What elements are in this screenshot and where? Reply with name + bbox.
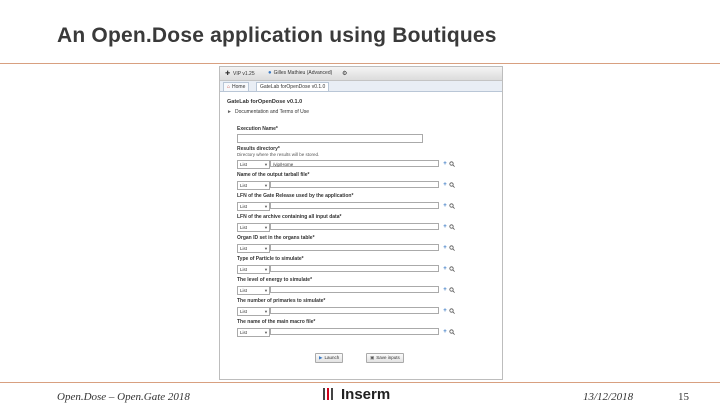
field-label-particle-type: Type of Particle to simulate* — [237, 256, 304, 262]
expand-icon: ► — [227, 109, 232, 115]
vip-version: VIP v1.25 — [233, 70, 255, 77]
search-icon[interactable] — [449, 203, 455, 209]
chevron-down-icon: ▼ — [264, 162, 268, 167]
field-input-organ-id[interactable] — [270, 244, 439, 251]
add-icon[interactable]: + — [442, 266, 448, 272]
chevron-down-icon: ▼ — [264, 183, 268, 188]
launch-icon: ▶ — [319, 355, 323, 360]
search-icon[interactable] — [449, 245, 455, 251]
footer-divider — [0, 382, 720, 383]
field-select-macro-file[interactable]: List ▼ — [237, 328, 270, 337]
chevron-down-icon: ▼ — [264, 246, 268, 251]
tab-home[interactable]: ⌂ Home — [223, 82, 250, 91]
field-select-particle-type[interactable]: List ▼ — [237, 265, 270, 274]
add-icon[interactable]: + — [442, 203, 448, 209]
add-icon[interactable]: + — [442, 182, 448, 188]
execution-name-input[interactable] — [237, 134, 423, 143]
launch-button[interactable]: ▶ Launch — [315, 353, 344, 363]
results-dir-help: Directory where the results will be stor… — [237, 152, 320, 157]
search-icon[interactable] — [449, 224, 455, 230]
inserm-logo-mark — [323, 386, 337, 402]
user-menu-button[interactable]: ● Gilles Mathieu (Advanced) — [268, 70, 332, 76]
slide-title: An Open.Dose application using Boutiques — [57, 24, 497, 47]
field-select-gate-release[interactable]: List ▼ — [237, 202, 270, 211]
chevron-down-icon: ▼ — [264, 267, 268, 272]
field-select-output-tarball[interactable]: List ▼ — [237, 181, 270, 190]
field-input-particle-type[interactable] — [270, 265, 439, 272]
footer-event: Open.Dose – Open.Gate 2018 — [57, 391, 190, 403]
page-number: 15 — [678, 391, 689, 403]
search-icon[interactable] — [449, 308, 455, 314]
tab-bar: ⌂ Home GateLab forOpenDose v0.1.0 — [220, 81, 502, 92]
title-divider — [0, 63, 720, 64]
execution-name-label: Execution Name* — [237, 126, 278, 132]
field-input-input-archive[interactable] — [270, 223, 439, 230]
field-label-gate-release: LFN of the Gate Release used by the appl… — [237, 193, 354, 199]
launch-form: GateLab forOpenDose v0.1.0 ► Documentati… — [220, 92, 502, 379]
field-label-output-tarball: Name of the output tarball file* — [237, 172, 310, 178]
search-icon[interactable] — [449, 161, 455, 167]
field-input-gate-release[interactable] — [270, 202, 439, 209]
user-name: Gilles Mathieu (Advanced) — [273, 70, 333, 76]
add-icon[interactable]: + — [442, 224, 448, 230]
results-dir-select[interactable]: List ▼ — [237, 160, 270, 169]
field-label-organ-id: Organ ID set in the organs table* — [237, 235, 315, 241]
add-icon[interactable]: + — [442, 287, 448, 293]
field-select-primaries[interactable]: List ▼ — [237, 307, 270, 316]
user-icon: ● — [268, 70, 272, 76]
field-label-primaries: The number of primaries to simulate* — [237, 298, 326, 304]
field-select-energy-level[interactable]: List ▼ — [237, 286, 270, 295]
search-icon[interactable] — [449, 266, 455, 272]
results-dir-input[interactable]: /vip/Home — [270, 160, 439, 167]
field-input-output-tarball[interactable] — [270, 181, 439, 188]
field-select-organ-id[interactable]: List ▼ — [237, 244, 270, 253]
tools-icon: ✚ — [225, 71, 231, 77]
vip-menu-button[interactable]: ✚ VIP v1.25 — [225, 70, 255, 78]
chevron-down-icon: ▼ — [264, 330, 268, 335]
home-icon: ⌂ — [227, 84, 231, 90]
chevron-down-icon: ▼ — [264, 225, 268, 230]
search-icon[interactable] — [449, 182, 455, 188]
save-inputs-button[interactable]: ▣ Save inputs — [366, 353, 404, 363]
field-label-energy-level: The level of energy to simulate* — [237, 277, 313, 283]
add-icon[interactable]: + — [442, 308, 448, 314]
application-heading: GateLab forOpenDose v0.1.0 — [227, 99, 303, 105]
add-icon[interactable]: + — [442, 161, 448, 167]
search-icon[interactable] — [449, 329, 455, 335]
footer-date: 13/12/2018 — [583, 391, 634, 403]
chevron-down-icon: ▼ — [264, 309, 268, 314]
documentation-link[interactable]: ► Documentation and Terms of Use — [227, 109, 309, 115]
inserm-logo: Inserm — [323, 384, 390, 404]
vip-screenshot: ✚ VIP v1.25 ● Gilles Mathieu (Advanced) … — [219, 66, 503, 380]
field-label-input-archive: LFN of the archive containing all input … — [237, 214, 342, 220]
field-input-macro-file[interactable] — [270, 328, 439, 335]
chevron-down-icon: ▼ — [264, 288, 268, 293]
vip-topbar: ✚ VIP v1.25 ● Gilles Mathieu (Advanced) … — [220, 67, 502, 81]
field-input-primaries[interactable] — [270, 307, 439, 314]
gear-icon[interactable]: ⚙ — [342, 70, 347, 77]
save-icon: ▣ — [370, 355, 375, 360]
tab-gatelab[interactable]: GateLab forOpenDose v0.1.0 — [256, 82, 330, 91]
field-select-input-archive[interactable]: List ▼ — [237, 223, 270, 232]
search-icon[interactable] — [449, 287, 455, 293]
chevron-down-icon: ▼ — [264, 204, 268, 209]
add-icon[interactable]: + — [442, 245, 448, 251]
add-icon[interactable]: + — [442, 329, 448, 335]
field-input-energy-level[interactable] — [270, 286, 439, 293]
field-label-macro-file: The name of the main macro file* — [237, 319, 316, 325]
